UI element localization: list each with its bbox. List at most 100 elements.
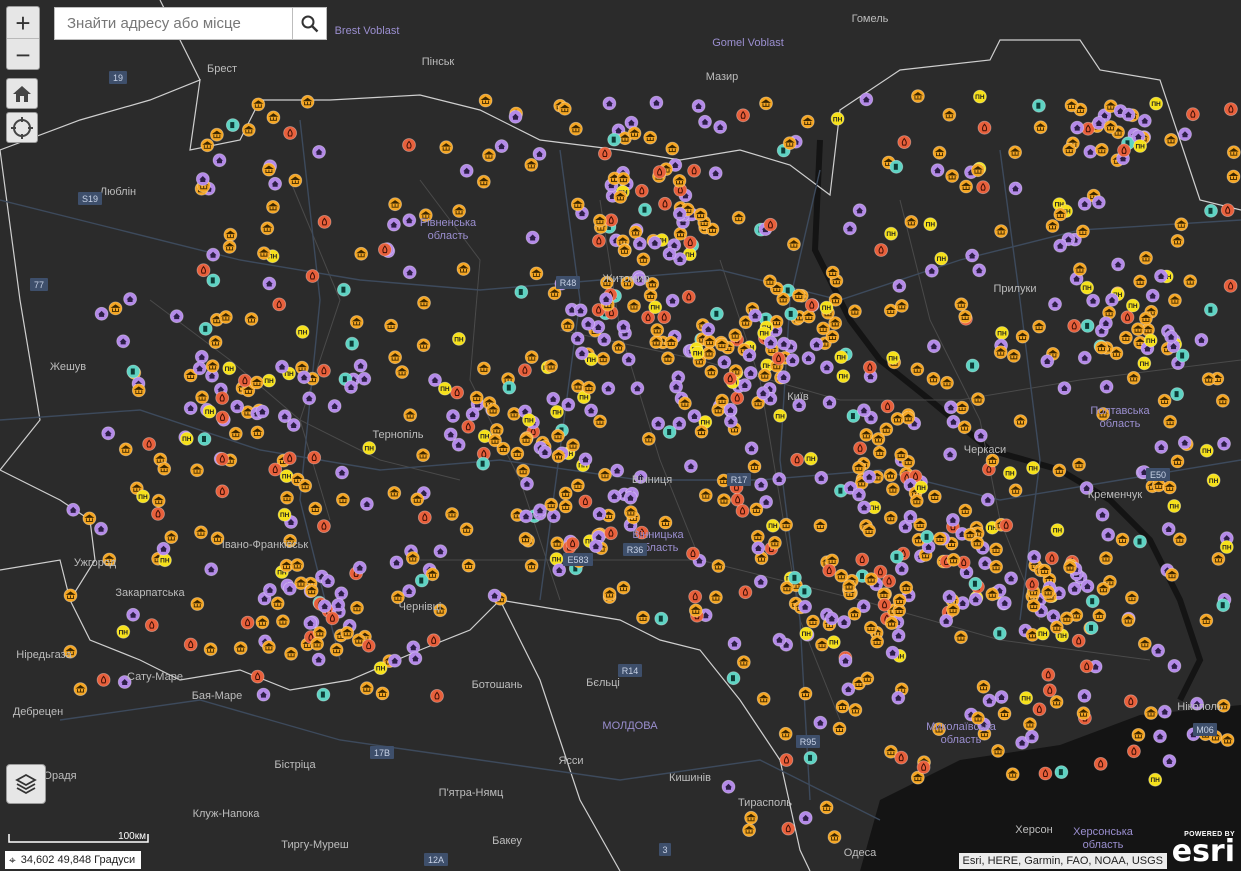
bank-marker[interactable]: [1220, 733, 1235, 747]
bank-marker[interactable]: [1099, 551, 1113, 565]
fire-marker[interactable]: [240, 615, 255, 630]
fire-marker[interactable]: [430, 689, 444, 703]
fire-marker[interactable]: [417, 510, 432, 525]
fire-marker[interactable]: [1224, 102, 1238, 116]
bank-marker[interactable]: [731, 210, 746, 225]
bank-marker[interactable]: [910, 362, 925, 377]
bank-marker[interactable]: [976, 679, 991, 694]
fire-marker[interactable]: [779, 753, 794, 767]
bank-marker[interactable]: [222, 239, 237, 254]
fire-marker[interactable]: [317, 214, 332, 229]
fire-marker[interactable]: [215, 484, 230, 499]
bank-marker[interactable]: [1144, 706, 1158, 720]
bank-marker[interactable]: [864, 572, 879, 586]
bank-marker[interactable]: [1211, 552, 1226, 566]
bank-marker[interactable]: [558, 499, 573, 514]
bank-marker[interactable]: [63, 588, 78, 603]
bank-marker[interactable]: [1183, 274, 1198, 289]
bank-marker[interactable]: [658, 515, 673, 530]
fire-marker[interactable]: [853, 441, 867, 456]
fire-marker[interactable]: [738, 585, 753, 600]
fire-marker[interactable]: [1220, 203, 1235, 218]
bank-marker[interactable]: [890, 411, 905, 426]
fire-marker[interactable]: [325, 611, 340, 626]
bank-marker[interactable]: [359, 681, 374, 696]
bank-marker[interactable]: [665, 141, 680, 156]
fire-marker[interactable]: [736, 108, 750, 123]
bank-marker[interactable]: [551, 428, 565, 443]
bank-marker[interactable]: [848, 304, 862, 319]
bank-marker[interactable]: [860, 671, 875, 686]
bank-marker[interactable]: [1131, 322, 1145, 337]
bank-marker[interactable]: [582, 380, 596, 395]
fire-marker[interactable]: [1032, 702, 1047, 717]
bank-marker[interactable]: [486, 403, 501, 417]
bank-marker[interactable]: [255, 615, 270, 630]
fire-marker[interactable]: [723, 371, 738, 386]
fire-marker[interactable]: [681, 289, 696, 304]
bank-marker[interactable]: [118, 442, 133, 457]
bank-marker[interactable]: [241, 122, 256, 137]
bank-marker[interactable]: [249, 375, 264, 390]
bank-marker[interactable]: [194, 525, 208, 540]
bank-marker[interactable]: [678, 396, 692, 411]
bank-marker[interactable]: [899, 580, 914, 595]
bank-marker[interactable]: [985, 587, 1000, 602]
bank-marker[interactable]: [329, 642, 344, 657]
bank-marker[interactable]: [1049, 695, 1064, 709]
bank-marker[interactable]: [649, 335, 664, 350]
search-button[interactable]: [292, 8, 326, 39]
fire-marker[interactable]: [1045, 551, 1059, 566]
fire-marker[interactable]: [142, 437, 157, 451]
layers-button[interactable]: [6, 764, 46, 804]
fire-marker[interactable]: [215, 452, 230, 466]
bank-marker[interactable]: [954, 297, 969, 312]
fire-marker[interactable]: [1042, 683, 1057, 698]
fire-marker[interactable]: [686, 546, 700, 561]
bank-marker[interactable]: [932, 145, 947, 160]
bank-marker[interactable]: [550, 536, 565, 551]
bank-marker[interactable]: [1199, 613, 1214, 628]
bank-marker[interactable]: [763, 274, 777, 289]
bank-marker[interactable]: [350, 600, 364, 615]
fire-marker[interactable]: [316, 363, 331, 378]
bank-marker[interactable]: [883, 468, 898, 483]
bank-marker[interactable]: [469, 390, 484, 405]
fire-marker[interactable]: [687, 163, 701, 178]
bank-marker[interactable]: [1032, 319, 1046, 334]
bank-marker[interactable]: [989, 542, 1003, 557]
bank-marker[interactable]: [1215, 393, 1230, 408]
fire-marker[interactable]: [316, 519, 331, 533]
fire-marker[interactable]: [652, 165, 667, 179]
bank-marker[interactable]: [524, 350, 539, 365]
bank-marker[interactable]: [157, 461, 172, 476]
bank-marker[interactable]: [747, 459, 762, 474]
bank-marker[interactable]: [945, 169, 959, 183]
bank-marker[interactable]: [1139, 311, 1153, 326]
fire-marker[interactable]: [361, 638, 376, 653]
locate-button[interactable]: [6, 112, 38, 143]
bank-marker[interactable]: [195, 390, 210, 405]
fire-marker[interactable]: [634, 183, 649, 198]
bank-marker[interactable]: [871, 432, 886, 446]
bank-marker[interactable]: [756, 691, 771, 706]
fire-marker[interactable]: [1093, 757, 1108, 771]
bank-marker[interactable]: [476, 174, 491, 189]
bank-marker[interactable]: [1174, 217, 1189, 232]
fire-marker[interactable]: [461, 419, 476, 434]
bank-marker[interactable]: [1170, 233, 1185, 248]
fire-marker[interactable]: [215, 391, 230, 405]
bank-marker[interactable]: [892, 593, 907, 608]
fire-marker[interactable]: [804, 298, 819, 313]
bank-marker[interactable]: [300, 94, 315, 109]
fire-marker[interactable]: [426, 633, 441, 648]
fire-marker[interactable]: [1223, 278, 1238, 293]
bank-marker[interactable]: [1033, 120, 1048, 135]
fire-marker[interactable]: [894, 750, 909, 765]
fire-marker[interactable]: [237, 373, 252, 388]
bank-marker[interactable]: [256, 246, 271, 261]
bank-marker[interactable]: [1026, 598, 1041, 613]
bank-marker[interactable]: [566, 438, 580, 453]
fire-marker[interactable]: [183, 637, 198, 652]
bank-marker[interactable]: [694, 424, 709, 439]
